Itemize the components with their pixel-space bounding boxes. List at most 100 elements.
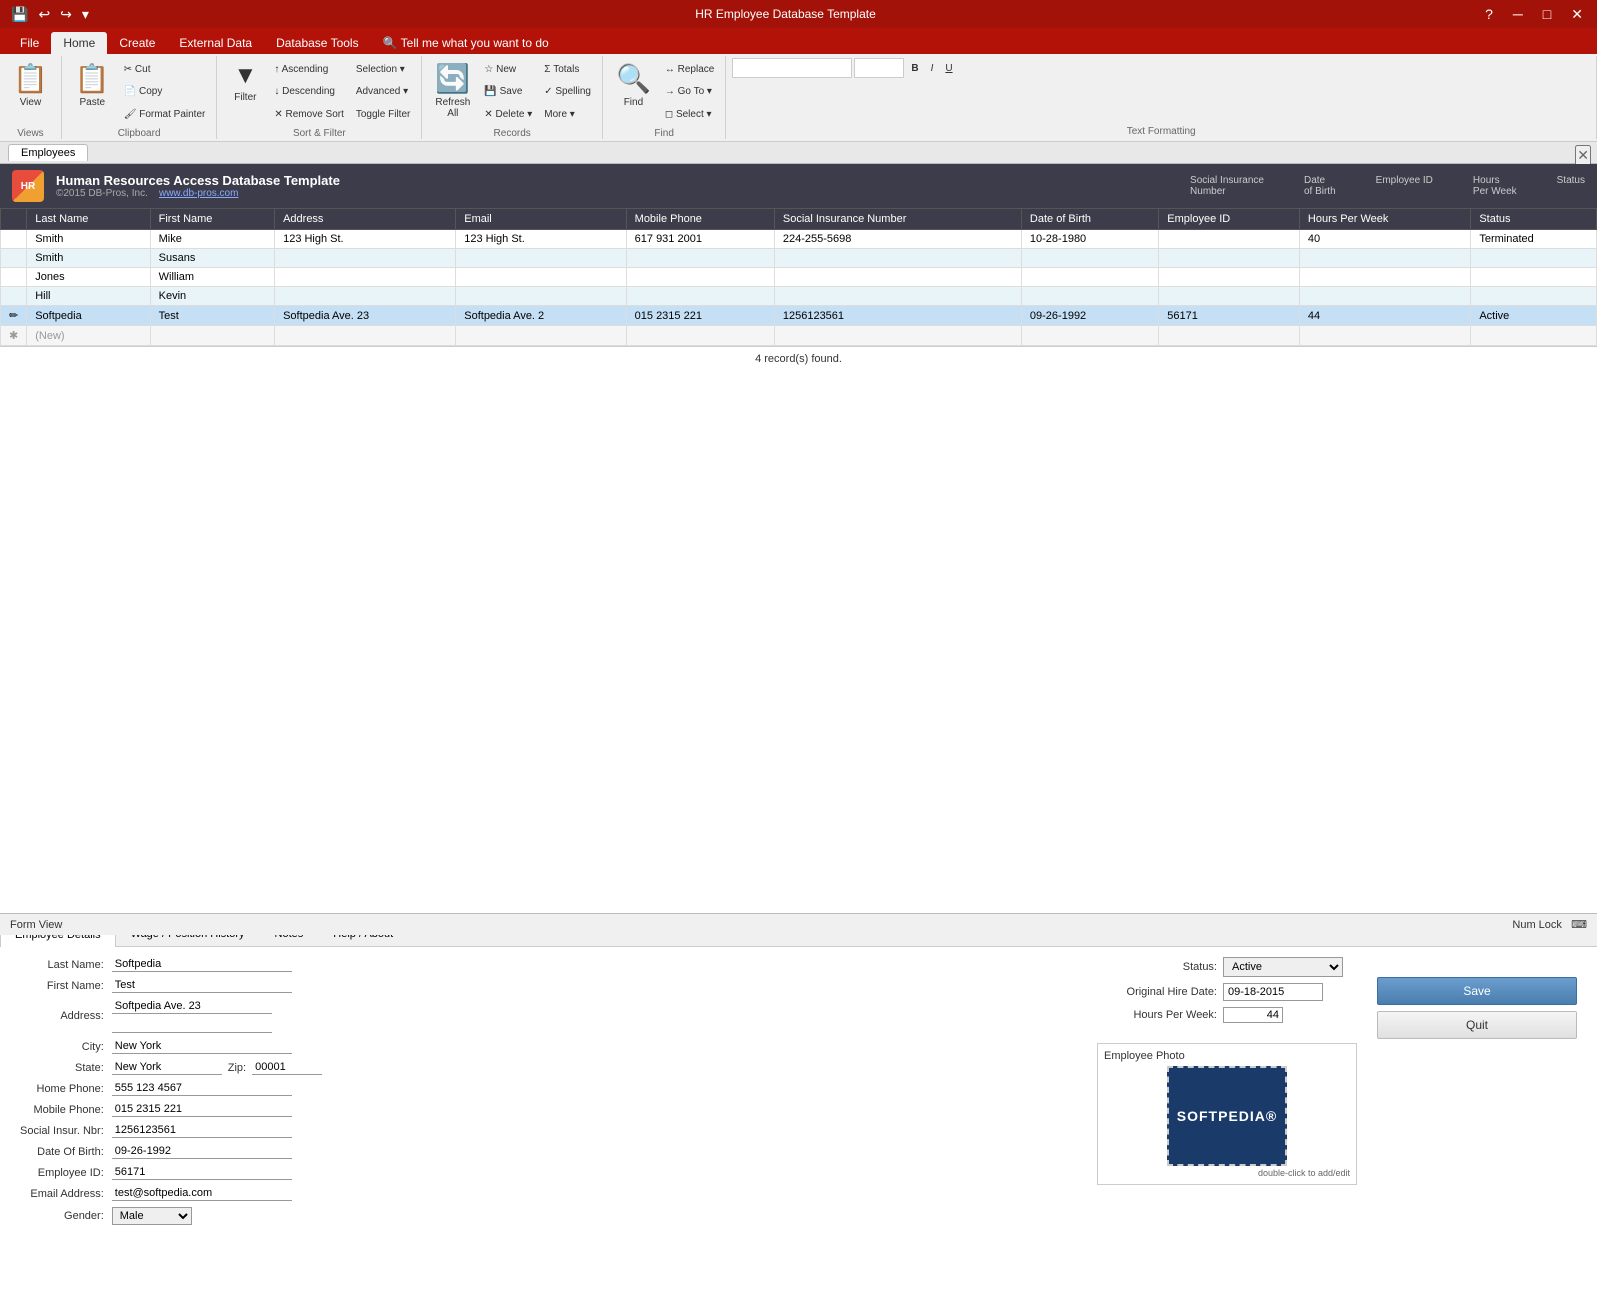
cell-address[interactable]: [275, 326, 456, 346]
cell-empid[interactable]: [1159, 249, 1300, 268]
cell-firstname[interactable]: Test: [150, 306, 274, 326]
cell-firstname[interactable]: Mike: [150, 230, 274, 249]
totals-btn[interactable]: Σ Totals: [539, 61, 596, 78]
input-address[interactable]: [112, 999, 272, 1014]
input-status[interactable]: Active Terminated: [1223, 957, 1343, 977]
cell-mobile[interactable]: [626, 287, 774, 306]
quick-access-dropdown[interactable]: ▾: [79, 4, 92, 25]
cell-lastname[interactable]: (New): [27, 326, 150, 346]
row-indicator-cell[interactable]: [1, 268, 27, 287]
input-email[interactable]: [112, 1186, 292, 1201]
input-employee-id[interactable]: [112, 1165, 292, 1180]
col-address[interactable]: Address: [275, 209, 456, 230]
tab-database-tools[interactable]: Database Tools: [264, 32, 371, 54]
cell-mobile[interactable]: [626, 268, 774, 287]
table-row[interactable]: ✱(New): [1, 326, 1597, 346]
ascending-btn[interactable]: ↑ Ascending: [269, 61, 349, 78]
close-tab-btn[interactable]: ✕: [1575, 145, 1591, 166]
filter-btn[interactable]: ▼ Filter: [223, 58, 267, 126]
input-hire-date[interactable]: [1223, 983, 1323, 1001]
col-lastname[interactable]: Last Name: [27, 209, 150, 230]
select-btn[interactable]: ◻ Select ▾: [660, 106, 719, 123]
bold-btn[interactable]: B: [906, 60, 923, 77]
table-row[interactable]: ✏SoftpediaTestSoftpedia Ave. 23Softpedia…: [1, 306, 1597, 326]
help-btn[interactable]: ?: [1479, 4, 1499, 24]
cell-email[interactable]: [456, 326, 626, 346]
col-mobile[interactable]: Mobile Phone: [626, 209, 774, 230]
cell-lastname[interactable]: Smith: [27, 230, 150, 249]
table-row[interactable]: HillKevin: [1, 287, 1597, 306]
row-indicator-cell[interactable]: [1, 287, 27, 306]
cell-email[interactable]: [456, 287, 626, 306]
cell-status[interactable]: [1471, 287, 1597, 306]
cell-empid[interactable]: [1159, 287, 1300, 306]
cell-status[interactable]: [1471, 326, 1597, 346]
tab-create[interactable]: Create: [107, 32, 167, 54]
tab-home[interactable]: Home: [51, 32, 107, 54]
save-quick-btn[interactable]: 💾: [8, 4, 31, 25]
cell-address[interactable]: [275, 287, 456, 306]
cell-sin[interactable]: [774, 287, 1021, 306]
cell-firstname[interactable]: Susans: [150, 249, 274, 268]
find-btn[interactable]: 🔍 Find: [609, 58, 658, 126]
col-sin[interactable]: Social Insurance Number: [774, 209, 1021, 230]
cell-lastname[interactable]: Jones: [27, 268, 150, 287]
table-row[interactable]: JonesWilliam: [1, 268, 1597, 287]
cell-status[interactable]: [1471, 268, 1597, 287]
row-indicator-cell[interactable]: [1, 249, 27, 268]
cell-dob[interactable]: [1021, 249, 1158, 268]
cell-sin[interactable]: 1256123561: [774, 306, 1021, 326]
input-firstname[interactable]: [112, 978, 292, 993]
go-to-btn[interactable]: → Go To ▾: [660, 83, 719, 100]
row-indicator-cell[interactable]: ✏: [1, 306, 27, 326]
input-mobile-phone[interactable]: [112, 1102, 292, 1117]
input-city[interactable]: [112, 1039, 292, 1054]
cell-sin[interactable]: [774, 268, 1021, 287]
copy-btn[interactable]: 📄 Copy: [119, 83, 211, 100]
input-address2[interactable]: [112, 1018, 272, 1033]
input-lastname[interactable]: [112, 957, 292, 972]
cell-email[interactable]: Softpedia Ave. 2: [456, 306, 626, 326]
cell-hours[interactable]: [1299, 268, 1470, 287]
selection-btn[interactable]: Selection ▾: [351, 61, 415, 78]
cell-address[interactable]: [275, 249, 456, 268]
cell-sin[interactable]: [774, 249, 1021, 268]
replace-btn[interactable]: ↔ Replace: [660, 61, 719, 78]
cell-address[interactable]: Softpedia Ave. 23: [275, 306, 456, 326]
col-email[interactable]: Email: [456, 209, 626, 230]
cell-mobile[interactable]: [626, 326, 774, 346]
cell-dob[interactable]: [1021, 268, 1158, 287]
cell-firstname[interactable]: [150, 326, 274, 346]
spelling-btn[interactable]: ✓ Spelling: [539, 83, 596, 100]
italic-btn[interactable]: I: [926, 60, 939, 77]
save-record-btn[interactable]: 💾 Save: [479, 83, 537, 100]
cell-hours[interactable]: 44: [1299, 306, 1470, 326]
col-empid[interactable]: Employee ID: [1159, 209, 1300, 230]
input-gender[interactable]: Male Female: [112, 1207, 192, 1225]
cell-status[interactable]: Active: [1471, 306, 1597, 326]
cell-dob[interactable]: [1021, 287, 1158, 306]
cell-dob[interactable]: 10-28-1980: [1021, 230, 1158, 249]
cell-address[interactable]: [275, 268, 456, 287]
redo-btn[interactable]: ↪: [57, 4, 75, 25]
cell-mobile[interactable]: 617 931 2001: [626, 230, 774, 249]
cell-sin[interactable]: 224-255-5698: [774, 230, 1021, 249]
table-row[interactable]: SmithSusans: [1, 249, 1597, 268]
cell-hours[interactable]: [1299, 326, 1470, 346]
font-name-dropdown[interactable]: [732, 58, 852, 78]
cell-lastname[interactable]: Smith: [27, 249, 150, 268]
new-record-btn[interactable]: ☆ New: [479, 61, 537, 78]
cell-lastname[interactable]: Hill: [27, 287, 150, 306]
cell-sin[interactable]: [774, 326, 1021, 346]
cell-firstname[interactable]: William: [150, 268, 274, 287]
format-painter-btn[interactable]: 🖌 Format Painter: [119, 106, 211, 123]
toggle-filter-btn[interactable]: Toggle Filter: [351, 106, 415, 123]
cell-empid[interactable]: [1159, 326, 1300, 346]
close-btn[interactable]: ✕: [1565, 4, 1589, 25]
tab-tell-me[interactable]: 🔍 Tell me what you want to do: [371, 32, 561, 54]
col-status[interactable]: Status: [1471, 209, 1597, 230]
input-home-phone[interactable]: [112, 1081, 292, 1096]
cell-empid[interactable]: [1159, 230, 1300, 249]
cell-email[interactable]: [456, 249, 626, 268]
col-dob[interactable]: Date of Birth: [1021, 209, 1158, 230]
